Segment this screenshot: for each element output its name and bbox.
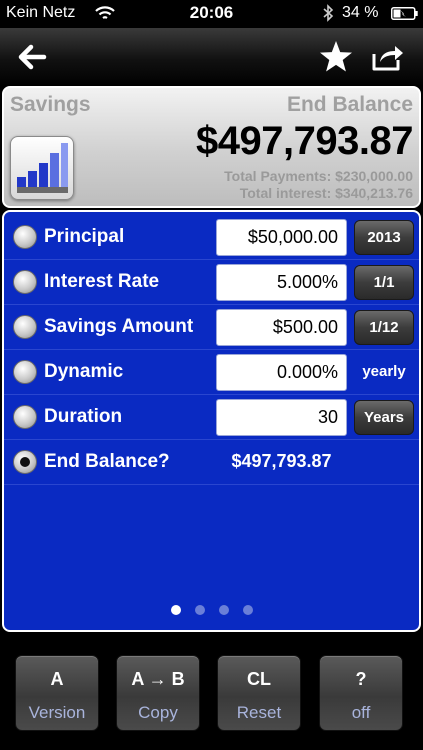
interest-rate-input[interactable]: 5.000%	[216, 264, 347, 301]
favorite-button[interactable]	[318, 40, 354, 74]
savings-amount-radio[interactable]	[13, 315, 37, 339]
interest-rate-radio[interactable]	[13, 270, 37, 294]
total-interest: Total interest: $340,213.76	[239, 185, 413, 201]
back-button[interactable]	[14, 40, 50, 74]
page-indicator[interactable]	[4, 605, 419, 615]
savings-chart-icon[interactable]	[10, 136, 74, 200]
navigation-bar	[0, 28, 423, 86]
principal-input[interactable]: $50,000.00	[216, 219, 347, 256]
end-balance-radio[interactable]	[13, 450, 37, 474]
version-key[interactable]: A Version	[15, 655, 99, 731]
bluetooth-icon	[323, 4, 334, 22]
key-main-label: CL	[247, 669, 271, 689]
principal-radio[interactable]	[13, 225, 37, 249]
key-main-label: A → B	[131, 669, 185, 689]
start-year-button[interactable]: 2013	[354, 220, 414, 255]
end-balance-result: $497,793.87	[231, 451, 332, 471]
key-main-label: A	[50, 669, 64, 689]
key-sub-label: Version	[28, 703, 86, 722]
duration-label[interactable]: Duration	[44, 406, 122, 428]
result-panel: Savings End Balance $497,793.87 Total Pa…	[2, 86, 421, 208]
share-button[interactable]	[370, 40, 406, 74]
principal-label[interactable]: Principal	[44, 226, 124, 248]
page-dot[interactable]	[194, 605, 205, 615]
key-main-label: ?	[355, 669, 367, 689]
dynamic-input[interactable]: 0.000%	[216, 354, 347, 391]
share-icon	[372, 46, 403, 71]
key-sub-label: off	[351, 703, 371, 722]
back-arrow-icon	[18, 44, 47, 70]
duration-input[interactable]: 30	[216, 399, 347, 436]
savings-amount-input[interactable]: $500.00	[216, 309, 347, 346]
total-payments: Total Payments: $230,000.00	[224, 168, 413, 184]
star-icon	[320, 41, 352, 72]
dynamic-period-label: yearly	[362, 363, 406, 380]
row-savings-amount: Savings Amount $500.00 1/12	[4, 305, 419, 350]
page-dot[interactable]	[218, 605, 229, 615]
page-dot[interactable]	[242, 605, 253, 615]
end-balance-value: $497,793.87	[196, 119, 413, 163]
battery-icon	[391, 7, 418, 20]
bar-chart-icon	[17, 143, 68, 193]
key-sub-label: Reset	[236, 703, 282, 722]
result-target-label: End Balance	[286, 93, 413, 116]
row-end-balance: End Balance? $497,793.87	[4, 440, 419, 485]
status-bar: Kein Netz 20:06 34 %	[0, 0, 423, 28]
battery-percent: 34 %	[342, 4, 379, 21]
dynamic-label[interactable]: Dynamic	[44, 361, 123, 383]
end-balance-label[interactable]: End Balance?	[44, 451, 170, 473]
row-dynamic: Dynamic 0.000% yearly	[4, 350, 419, 395]
key-sub-label: Copy	[138, 703, 178, 722]
page-dot[interactable]	[170, 605, 181, 615]
reset-key[interactable]: CL Reset	[217, 655, 301, 731]
payment-frequency-button[interactable]: 1/12	[354, 310, 414, 345]
input-panel: Principal $50,000.00 2013 Interest Rate …	[2, 210, 421, 632]
duration-radio[interactable]	[13, 405, 37, 429]
row-interest-rate: Interest Rate 5.000% 1/1	[4, 260, 419, 305]
dynamic-radio[interactable]	[13, 360, 37, 384]
row-principal: Principal $50,000.00 2013	[4, 215, 419, 260]
duration-unit-button[interactable]: Years	[354, 400, 414, 435]
compounding-button[interactable]: 1/1	[354, 265, 414, 300]
savings-amount-label[interactable]: Savings Amount	[44, 316, 193, 338]
interest-rate-label[interactable]: Interest Rate	[44, 271, 159, 293]
row-duration: Duration 30 Years	[4, 395, 419, 440]
help-key[interactable]: ? off	[319, 655, 403, 731]
calculator-mode-label: Savings	[10, 93, 91, 116]
copy-key[interactable]: A → B Copy	[116, 655, 200, 731]
